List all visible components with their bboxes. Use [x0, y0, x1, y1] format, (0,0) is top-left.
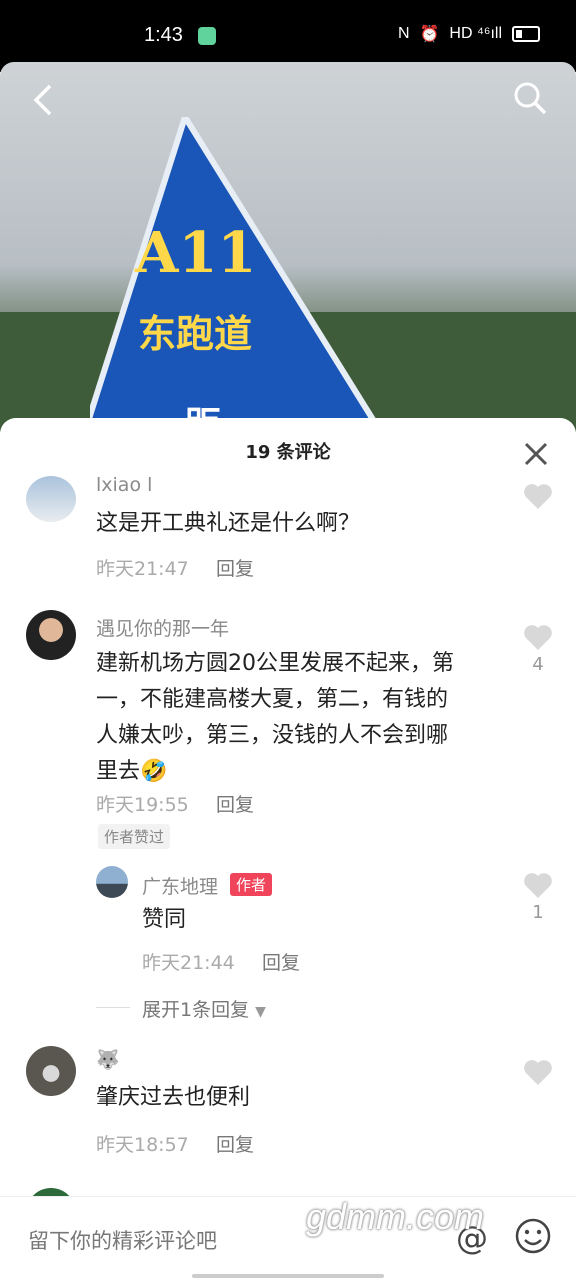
comment-text-line: 人嫌太吵，第三，没钱的人不会到哪 — [96, 723, 449, 748]
sign-text-line1: A11 — [134, 220, 256, 286]
heart-icon[interactable] — [523, 623, 553, 651]
close-icon[interactable] — [522, 440, 550, 468]
avatar[interactable] — [96, 866, 128, 898]
reply-button[interactable]: 回复 — [216, 554, 254, 581]
avatar[interactable] — [26, 476, 76, 522]
comment-username[interactable]: 遇见你的那一年 — [96, 614, 229, 641]
runway-sign-image: A11 东跑道 距 — [90, 117, 385, 432]
heart-icon[interactable] — [523, 871, 553, 899]
heart-icon[interactable] — [523, 482, 553, 510]
comment-text: 肇庆过去也便利 — [96, 1085, 251, 1110]
sign-text-line2: 东跑道 — [138, 312, 252, 356]
back-icon[interactable] — [24, 80, 64, 120]
search-icon[interactable] — [512, 80, 548, 116]
comment-text-line: 里去🤣 — [96, 759, 168, 784]
reply-button[interactable]: 回复 — [262, 948, 300, 975]
avatar[interactable] — [26, 610, 76, 660]
nfc-icon: N — [397, 25, 410, 42]
reply-button[interactable]: 回复 — [216, 1130, 254, 1157]
comment-sheet: 19 条评论 lxiao l 这是开工典礼还是什么啊？ 昨天21:47 回复 遇… — [0, 418, 576, 1280]
battery-icon — [512, 26, 540, 42]
expand-replies-label: 展开1条回复 — [142, 999, 250, 1021]
notification-icon — [198, 27, 216, 45]
like-count: 1 — [532, 902, 544, 923]
reply-button[interactable]: 回复 — [216, 790, 254, 817]
system-icons: N ⏰ HD ⁴⁶ıll — [398, 24, 540, 44]
avatar[interactable] — [26, 1046, 76, 1096]
comment-text: 这是开工典礼还是什么啊？ — [96, 511, 361, 536]
comment-input-bar[interactable]: 留下你的精彩评论吧 @ — [0, 1196, 576, 1281]
heart-icon[interactable] — [523, 1058, 553, 1086]
divider — [96, 1007, 130, 1008]
comment-text-line: 一，不能建高楼大夏，第二，有钱的 — [96, 687, 449, 712]
network-indicator: HD ⁴⁶ıll — [449, 25, 502, 42]
comment-time: 昨天18:57 — [96, 1134, 189, 1156]
watermark-text: gdmm.com — [306, 1196, 485, 1237]
comment-username[interactable]: lxiao l — [96, 474, 152, 496]
comment-text-line: 建新机场方圆20公里发展不起来，第 — [96, 651, 454, 676]
status-time: 1:43 — [144, 24, 183, 46]
video-frame[interactable]: A11 东跑道 距 — [0, 62, 576, 432]
chevron-down-icon: ▼ — [255, 1004, 266, 1020]
emoji-icon[interactable] — [514, 1217, 552, 1255]
comment-time: 昨天21:44 — [142, 952, 235, 974]
author-badge: 作者 — [230, 873, 273, 896]
comment-time: 昨天21:47 — [96, 558, 189, 580]
comment-username[interactable]: 🐺 — [96, 1048, 120, 1071]
comment-text: 赞同 — [142, 907, 187, 932]
alarm-icon: ⏰ — [419, 26, 440, 43]
comment-count-title: 19 条评论 — [245, 442, 331, 463]
comment-time: 昨天19:55 — [96, 794, 189, 816]
expand-replies-button[interactable]: 展开1条回复 ▼ — [142, 995, 266, 1022]
comment-input[interactable]: 留下你的精彩评论吧 — [28, 1225, 217, 1255]
like-count: 4 — [532, 654, 544, 675]
home-indicator[interactable] — [192, 1274, 384, 1278]
comment-username[interactable]: 广东地理 — [142, 872, 218, 899]
author-liked-tag: 作者赞过 — [98, 824, 171, 849]
